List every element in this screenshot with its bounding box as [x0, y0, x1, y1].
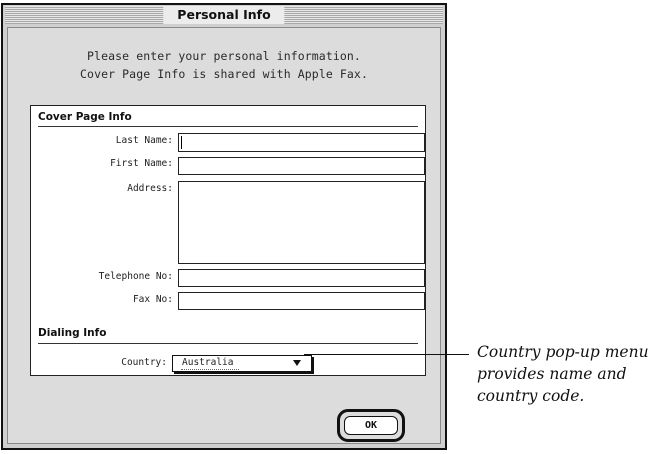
first-name-field[interactable] [178, 157, 425, 175]
last-name-label: Last Name: [115, 135, 173, 146]
dialog-body: Please enter your personal information. … [7, 27, 441, 444]
first-name-label: First Name: [110, 158, 173, 169]
fax-label: Fax No: [132, 294, 173, 305]
window-title: Personal Info [163, 6, 285, 24]
intro-text: Please enter your personal information. … [8, 47, 440, 83]
dialing-heading: Dialing Info [38, 327, 107, 339]
address-label: Address: [127, 183, 173, 194]
callout-line-1: Country pop-up menu [477, 343, 649, 361]
info-group-box: Cover Page Info Last Name: First Name: A… [30, 105, 426, 376]
triangle-down-icon [293, 360, 301, 366]
callout-leader-line [304, 354, 469, 355]
telephone-label: Telephone No: [98, 271, 173, 282]
callout-line-3: country code. [477, 387, 585, 405]
fax-field[interactable] [178, 292, 425, 310]
telephone-field[interactable] [178, 269, 425, 287]
personal-info-window: Personal Info Please enter your personal… [1, 3, 447, 450]
country-popup-value: Australia [182, 357, 234, 368]
text-cursor [181, 136, 182, 149]
address-field[interactable] [178, 181, 425, 264]
default-button-ring: OK [337, 409, 405, 442]
callout-text: Country pop-up menu provides name and co… [477, 341, 667, 407]
dialing-divider [38, 343, 418, 344]
callout-line-2: provides name and [477, 365, 627, 383]
intro-line-2: Cover Page Info is shared with Apple Fax… [80, 67, 368, 81]
last-name-field[interactable] [178, 133, 425, 152]
title-bar[interactable]: Personal Info [5, 6, 443, 24]
cover-page-divider [38, 126, 418, 127]
cover-page-heading: Cover Page Info [38, 111, 132, 123]
country-popup-menu[interactable]: Australia [172, 355, 312, 372]
popup-value-underline [181, 369, 239, 370]
intro-line-1: Please enter your personal information. [87, 49, 361, 63]
country-label: Country: [121, 357, 167, 368]
ok-button[interactable]: OK [344, 416, 398, 435]
